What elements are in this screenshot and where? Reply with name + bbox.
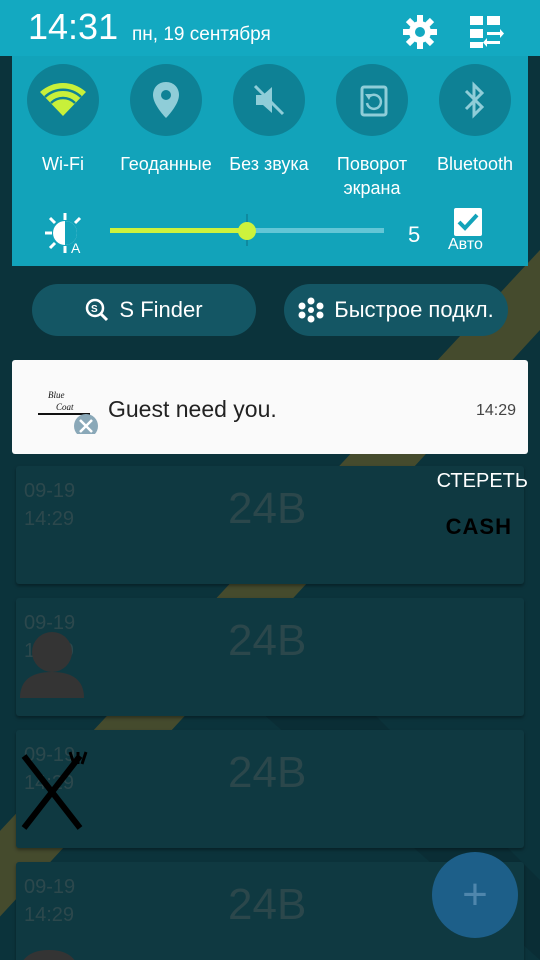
notification-time: 14:29 (475, 402, 516, 419)
wifi-icon (40, 83, 86, 116)
cash-label: CASH (445, 514, 512, 539)
brightness-slider[interactable] (110, 214, 384, 246)
clear-notifications-button[interactable]: СТЕРЕТЬ (437, 470, 528, 493)
toggle-label: Bluetooth (436, 154, 514, 174)
gear-icon[interactable] (400, 12, 440, 52)
toggle-bluetooth[interactable]: Bluetooth (427, 64, 523, 176)
toggle-label: Геоданные (120, 154, 212, 174)
blue-coat-logo-icon: Blue Coat (38, 390, 98, 434)
toggle-mute[interactable]: Без звука (221, 64, 317, 176)
s-finder-button[interactable]: S S Finder (32, 284, 256, 336)
toggle-label: Wi-Fi (42, 154, 84, 174)
toggle-wifi[interactable]: Wi-Fi (15, 64, 111, 176)
quick-connect-button[interactable]: Быстрое подкл. (284, 284, 508, 336)
edit-toggles-icon[interactable] (466, 12, 506, 52)
svg-text:A: A (71, 240, 81, 254)
quick-connect-label: Быстрое подкл. (334, 297, 494, 322)
toggle-rotate[interactable]: Поворот экрана (324, 64, 420, 200)
plus-icon: + (462, 870, 488, 919)
svg-text:Coat: Coat (56, 402, 74, 412)
brightness-value: 5 (408, 222, 421, 247)
toggle-location[interactable]: Геоданные (118, 64, 214, 176)
notification-title: Guest need you. (108, 396, 277, 422)
s-finder-label: S Finder (119, 297, 203, 322)
toggle-label: Поворот экрана (336, 154, 408, 198)
mute-icon (253, 84, 285, 116)
auto-brightness-label: Авто (448, 236, 483, 253)
status-bar: 14:31 пн, 19 сентября (0, 0, 540, 56)
date-label: пн, 19 сентября (132, 24, 271, 45)
quick-connect-icon (298, 297, 324, 323)
notification-card[interactable]: Blue Coat Guest need you. 14:29 (12, 360, 528, 454)
toggle-label: Без звука (229, 154, 309, 174)
svg-text:Blue: Blue (48, 390, 65, 400)
s-finder-icon: S (86, 298, 109, 322)
auto-brightness-checkbox[interactable] (454, 208, 482, 236)
clock: 14:31 (28, 6, 119, 47)
location-icon (153, 82, 179, 118)
rotate-icon (360, 85, 388, 117)
bluetooth-icon (464, 81, 485, 119)
add-order-button[interactable]: + (432, 852, 518, 938)
svg-text:S: S (91, 304, 98, 315)
checkmark-icon (457, 213, 479, 231)
brightness-slider-thumb[interactable] (238, 222, 256, 240)
auto-brightness-icon[interactable]: A (44, 212, 86, 254)
